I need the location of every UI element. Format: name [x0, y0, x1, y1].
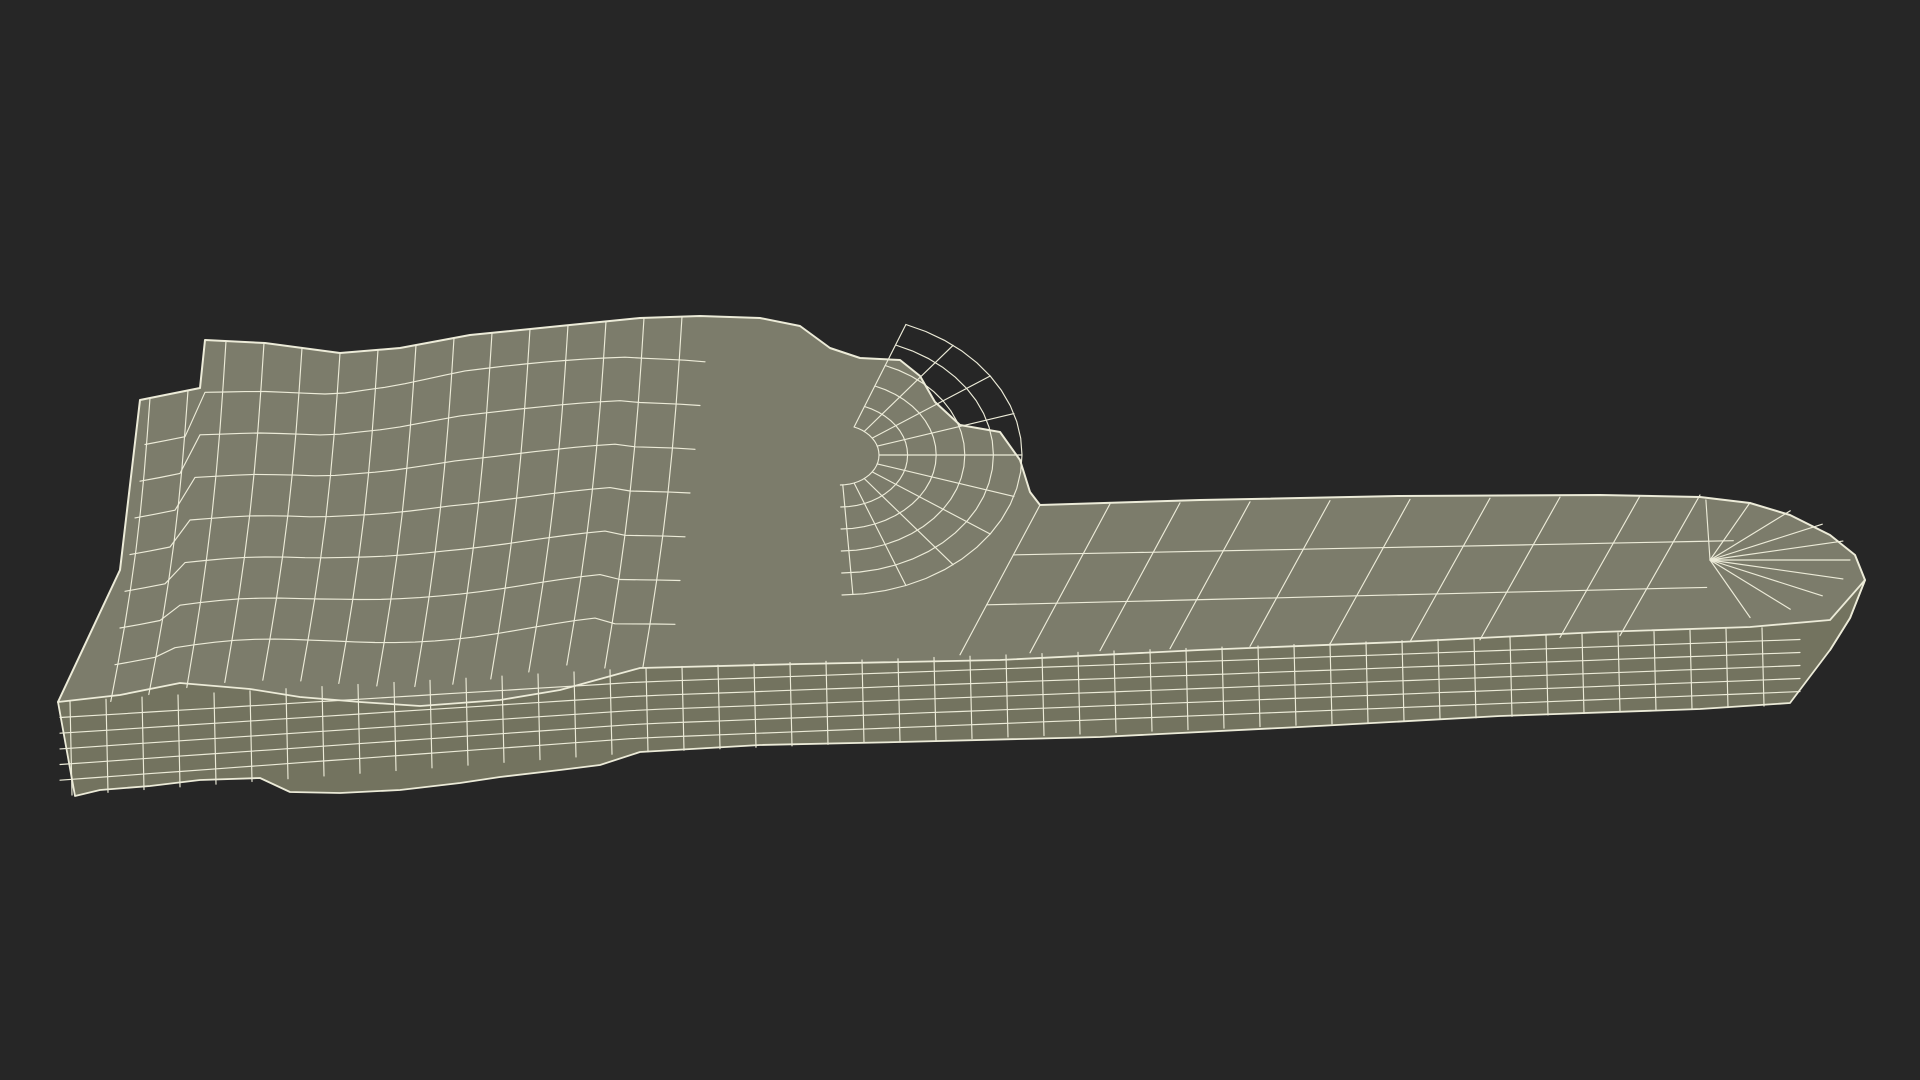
render-viewport: [0, 0, 1920, 1080]
wireframe-model: [57, 315, 1866, 797]
mesh-body: [57, 315, 1866, 797]
